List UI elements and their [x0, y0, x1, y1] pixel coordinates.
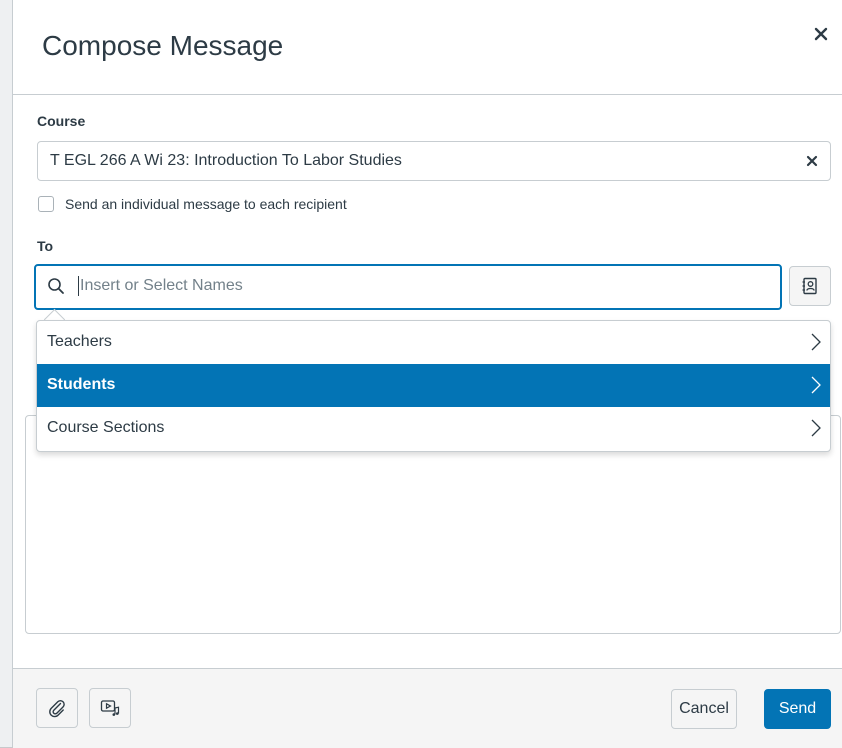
to-label: To — [37, 238, 54, 254]
send-button[interactable]: Send — [764, 689, 831, 729]
text-caret — [78, 276, 79, 296]
menu-item-label: Teachers — [47, 333, 112, 350]
menu-item-teachers[interactable]: Teachers — [37, 321, 830, 364]
compose-message-dialog: Compose Message Course T EGL 266 A Wi 23… — [12, 0, 842, 748]
recipient-placeholder: Insert or Select Names — [80, 277, 243, 294]
address-book-button[interactable] — [789, 266, 831, 306]
chevron-right-icon — [811, 376, 821, 394]
media-icon — [100, 700, 120, 716]
chevron-right-icon — [811, 333, 821, 351]
dialog-header: Compose Message — [13, 0, 842, 95]
menu-item-label: Students — [47, 376, 116, 393]
cancel-button[interactable]: Cancel — [671, 689, 737, 729]
menu-item-label: Course Sections — [47, 419, 165, 436]
clear-icon[interactable] — [806, 155, 818, 167]
individual-message-checkbox[interactable] — [38, 196, 54, 212]
course-label: Course — [37, 113, 86, 129]
individual-message-label: Send an individual message to each recip… — [65, 196, 347, 212]
search-icon — [48, 278, 64, 294]
individual-message-option[interactable]: Send an individual message to each recip… — [37, 194, 347, 214]
menu-item-course-sections[interactable]: Course Sections — [37, 407, 830, 450]
course-value: T EGL 266 A Wi 23: Introduction To Labor… — [50, 152, 402, 169]
close-icon[interactable] — [813, 26, 829, 42]
record-media-button[interactable] — [89, 688, 131, 728]
recipient-menu: Teachers Students Course Sections — [36, 320, 831, 452]
menu-item-students[interactable]: Students — [37, 364, 830, 407]
chevron-right-icon — [811, 419, 821, 437]
course-select[interactable]: T EGL 266 A Wi 23: Introduction To Labor… — [37, 141, 831, 181]
recipient-search-input[interactable]: Insert or Select Names — [34, 264, 782, 310]
address-book-icon — [802, 277, 817, 295]
attach-file-button[interactable] — [36, 688, 78, 728]
paperclip-icon — [49, 699, 65, 718]
dialog-title: Compose Message — [42, 30, 284, 61]
